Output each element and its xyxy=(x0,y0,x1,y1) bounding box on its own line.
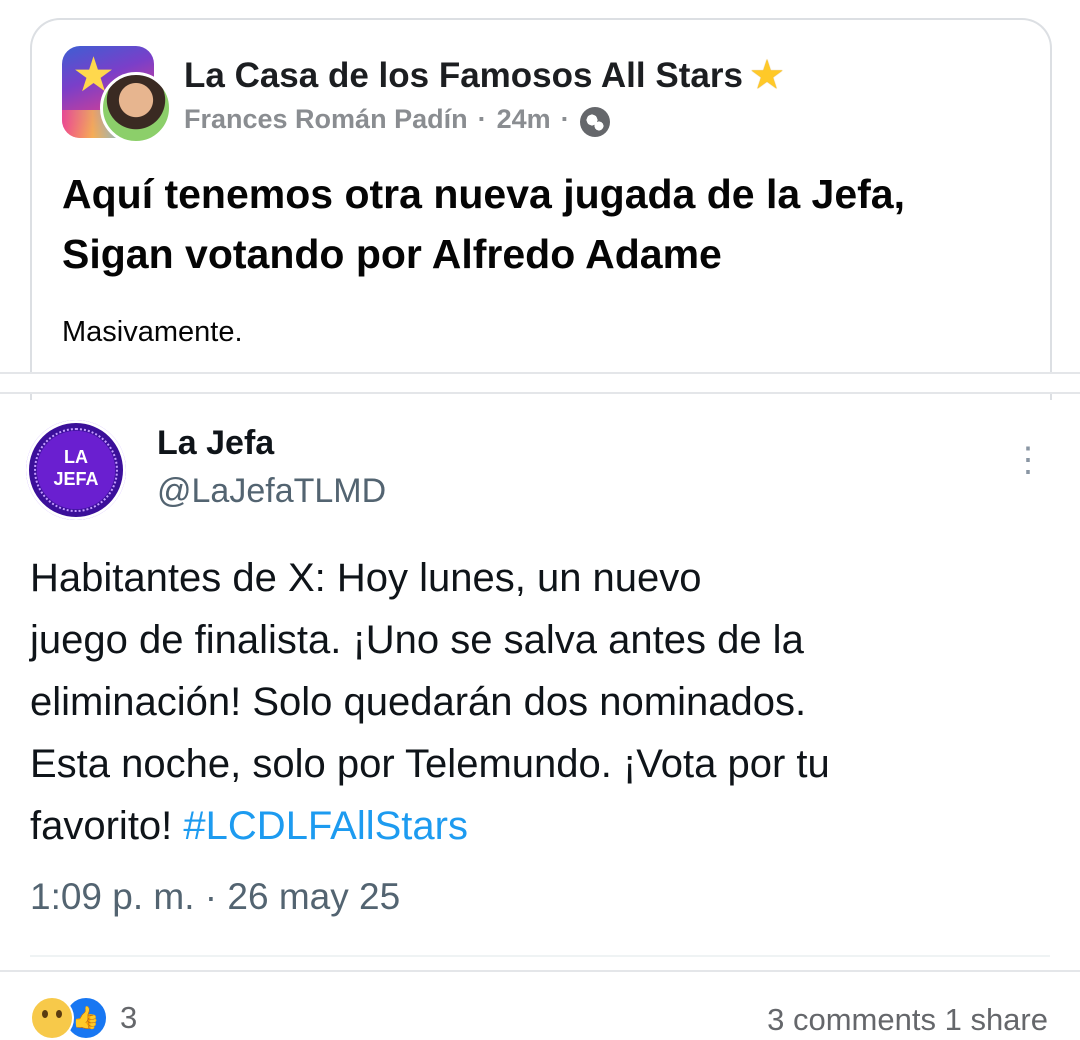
tweet-text-line: Esta noche, solo por Telemundo. ¡Vota po… xyxy=(30,742,830,786)
post-caption: Masivamente. xyxy=(62,316,243,348)
hashtag-link[interactable]: #LCDLFAllStars xyxy=(183,804,468,848)
tweet-text: Habitantes de X: Hoy lunes, un nuevo jue… xyxy=(30,547,1040,857)
divider xyxy=(0,970,1080,972)
wow-reaction-icon xyxy=(30,996,74,1040)
meta-separator: · xyxy=(477,104,487,134)
post-meta: Frances Román Padín · 24m · xyxy=(184,104,610,137)
comments-shares-count[interactable]: 3 comments 1 share xyxy=(767,1002,1048,1038)
tweet-author-handle[interactable]: @LaJefaTLMD xyxy=(157,472,386,511)
group-name-text[interactable]: La Casa de los Famosos All Stars xyxy=(184,56,743,95)
tweet-author-name[interactable]: La Jefa xyxy=(157,424,274,463)
tweet-timestamp[interactable]: 1:09 p. m. · 26 may 25 xyxy=(30,876,400,918)
tweet-text-line: eliminación! Solo quedarán dos nominados… xyxy=(30,680,807,724)
avatar-logo-text: LA xyxy=(64,447,88,467)
tweet-text-line: juego de finalista. ¡Uno se salva antes … xyxy=(30,618,804,662)
headline-line: Sigan votando por Alfredo Adame xyxy=(62,231,722,277)
post-headline: Aquí tenemos otra nueva jugada de la Jef… xyxy=(62,164,1022,284)
author-avatar[interactable] xyxy=(100,72,172,144)
meta-separator: · xyxy=(560,104,570,134)
tweet-avatar[interactable]: LA JEFA xyxy=(26,420,126,520)
facebook-post-card: ★ La Casa de los Famosos All Stars ★ Fran… xyxy=(30,18,1052,400)
group-name-link[interactable]: La Casa de los Famosos All Stars ★ xyxy=(184,54,783,96)
author-name[interactable]: Frances Román Padín xyxy=(184,104,468,135)
headline-line: Aquí tenemos otra nueva jugada de la Jef… xyxy=(62,171,906,217)
divider xyxy=(0,372,1080,394)
more-options-icon[interactable]: ⋮ xyxy=(1010,440,1046,480)
tweet-text-line: Habitantes de X: Hoy lunes, un nuevo xyxy=(30,556,702,600)
avatar-logo-text: JEFA xyxy=(53,469,99,489)
globe-icon xyxy=(579,106,610,137)
tweet-text-line: favorito! xyxy=(30,804,173,848)
tweet-divider xyxy=(30,955,1050,957)
star-icon: ★ xyxy=(750,54,784,95)
post-time[interactable]: 24m xyxy=(497,104,551,135)
reactions-summary[interactable]: 👍 3 xyxy=(30,996,137,1040)
